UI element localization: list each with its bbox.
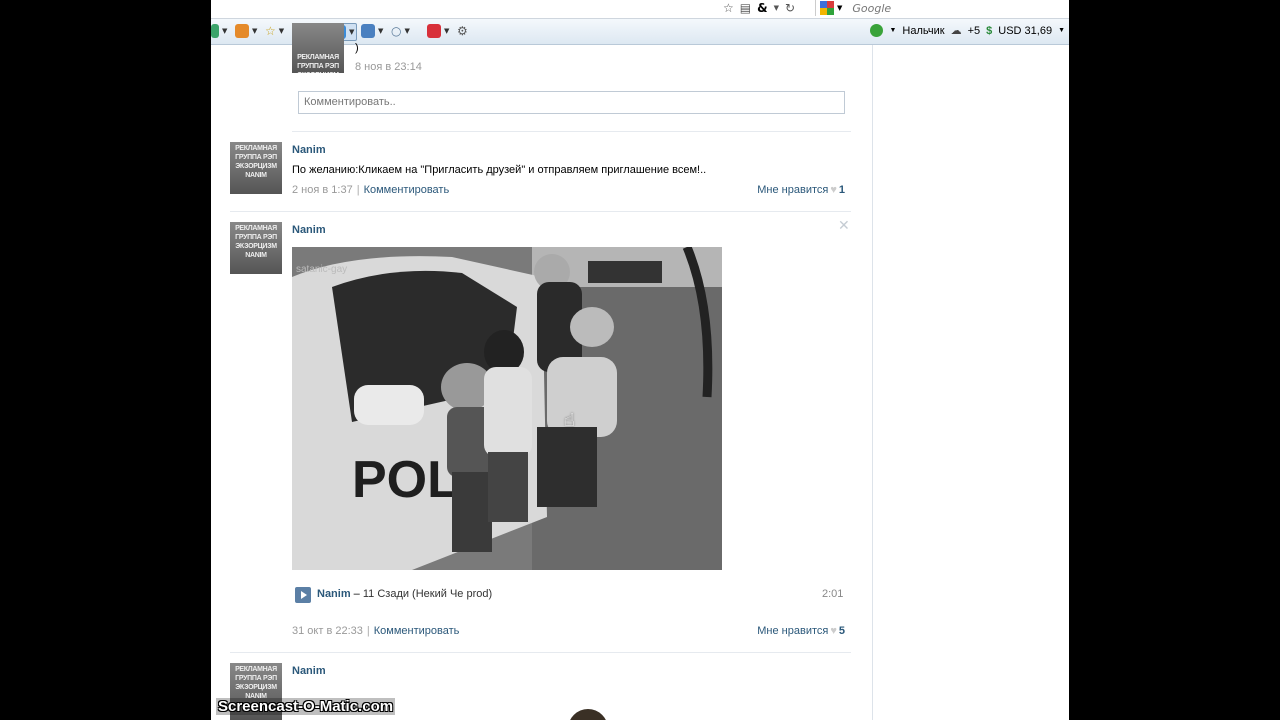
house-icon	[235, 24, 249, 38]
weather-temperature: +5	[967, 24, 981, 37]
audio-duration: 2:01	[822, 588, 844, 600]
ampersand-icon[interactable]: &	[757, 1, 767, 15]
post-author[interactable]: Nanim	[292, 224, 326, 236]
like-count: 1	[838, 184, 845, 196]
audio-artist[interactable]: Nanim	[317, 588, 351, 600]
avatar[interactable]: РЕКЛАМНАЯ ГРУППА РЭП ЭКЗОРЦИЗМ NANIM	[230, 222, 282, 274]
google-icon	[820, 1, 834, 15]
page-icon[interactable]: ▤	[740, 1, 751, 15]
divider	[230, 652, 851, 653]
comment-link[interactable]: Комментировать	[364, 184, 450, 196]
search-box[interactable]: ▼ Google	[815, 0, 1069, 16]
comment-input[interactable]: Комментировать..	[298, 91, 845, 114]
meta-separator: |	[366, 625, 370, 637]
wall-feed: РЕКЛАМНАЯ ГРУППА РЭП ЭКЗОРЦИЗМ NANIM ) 8…	[230, 23, 852, 720]
weather-dropdown-icon[interactable]: ▼	[889, 27, 896, 34]
post-date[interactable]: 31 окт в 22:33	[292, 625, 363, 637]
post-date[interactable]: 2 ноя в 1:37	[292, 184, 353, 196]
settings-button[interactable]: ⚙	[457, 23, 468, 39]
toolbar-button-chat[interactable]: ○ ▼	[391, 23, 410, 39]
post-text: По желанию:Кликаем на "Пригласить друзей…	[292, 164, 707, 176]
like-button[interactable]: Мне нравится ♥ 5	[757, 625, 845, 637]
meta-separator: |	[356, 184, 360, 196]
post-date[interactable]: 8 ноя в 23:14	[355, 61, 422, 73]
gear-icon: ⚙	[457, 24, 468, 38]
reload-icon[interactable]: ↻	[785, 1, 795, 15]
toolbar-button-tiles[interactable]: ▼	[361, 23, 383, 39]
speech-bubble-icon: ○	[391, 24, 402, 38]
toolbar-button-home[interactable]: ▼	[235, 23, 257, 39]
post-author[interactable]: Nanim	[292, 144, 326, 156]
dropdown-icon[interactable]: ▼	[774, 4, 779, 12]
address-bar-strip: ☆ ▤ & ▼ ↻ ▼ Google	[211, 0, 1069, 19]
search-engine-dropdown-icon[interactable]: ▼	[837, 4, 842, 12]
post-meta: 2 ноя в 1:37 | Комментировать	[292, 184, 449, 196]
hand-cursor-icon: ☝	[564, 410, 575, 431]
delete-post-icon[interactable]: ✕	[838, 218, 850, 234]
avatar[interactable]: РЕКЛАМНАЯ ГРУППА РЭП ЭКЗОРЦИЗМ NANIM	[230, 142, 282, 194]
post-meta: 31 окт в 22:33 | Комментировать	[292, 625, 459, 637]
currency-rate[interactable]: USD 31,69	[998, 25, 1052, 37]
audio-track[interactable]: Nanim – 11 Сзади (Некий Че prod)	[317, 588, 492, 600]
weather-cloud-icon: ☁	[950, 25, 962, 37]
toolbar-button-addon[interactable]: ▼	[427, 23, 449, 39]
audio-title: 11 Сзади (Некий Че prod)	[362, 588, 493, 600]
column-divider	[872, 45, 873, 720]
toolbar-button-favorites[interactable]: ☆ ▼	[265, 23, 284, 39]
like-button[interactable]: Мне нравится ♥ 1	[757, 184, 845, 196]
avatar[interactable]: РЕКЛАМНАЯ ГРУППА РЭП ЭКЗОРЦИЗМ NANIM	[292, 23, 344, 73]
addon-icon	[427, 24, 441, 38]
screencast-watermark: Screencast-O-Matic.com	[216, 698, 396, 715]
currency-dropdown-icon[interactable]: ▼	[1058, 27, 1065, 34]
comment-link[interactable]: Комментировать	[374, 625, 460, 637]
heart-icon: ♥	[830, 625, 837, 637]
audio-play-button[interactable]	[295, 587, 311, 603]
weather-widget-icon[interactable]	[870, 24, 884, 37]
divider	[230, 211, 851, 212]
toolbar-widgets: ▼ Нальчик ☁ +5 $ USD 31,69 ▼	[870, 24, 1065, 37]
toolbar-button-partial[interactable]: ▼	[211, 23, 227, 39]
like-label: Мне нравится	[757, 184, 829, 196]
tiles-icon	[361, 24, 375, 38]
bookmark-star-icon[interactable]: ☆	[723, 1, 734, 15]
browser-window: ☆ ▤ & ▼ ↻ ▼ Google ▼ ▼ ☆▼ ✓▼ ▼ ▼ ○▼ ▼ ⚙ …	[211, 0, 1069, 720]
photo-scene: POLI satanic-gay	[292, 247, 722, 570]
divider	[292, 131, 851, 132]
photo-watermark: satanic-gay	[296, 264, 347, 275]
post-photo[interactable]: POLI satanic-gay ☝	[292, 247, 722, 570]
audio-dash: –	[350, 588, 363, 600]
post-text-tail: )	[355, 42, 359, 54]
search-placeholder: Google	[852, 1, 892, 15]
currency-icon: $	[986, 24, 993, 37]
heart-icon: ♥	[830, 184, 837, 196]
next-photo-partial	[568, 709, 608, 720]
post-author[interactable]: Nanim	[292, 665, 326, 677]
like-label: Мне нравится	[757, 625, 829, 637]
like-count: 5	[838, 625, 845, 637]
weather-city[interactable]: Нальчик	[902, 25, 944, 37]
star-add-icon: ☆	[265, 24, 276, 38]
